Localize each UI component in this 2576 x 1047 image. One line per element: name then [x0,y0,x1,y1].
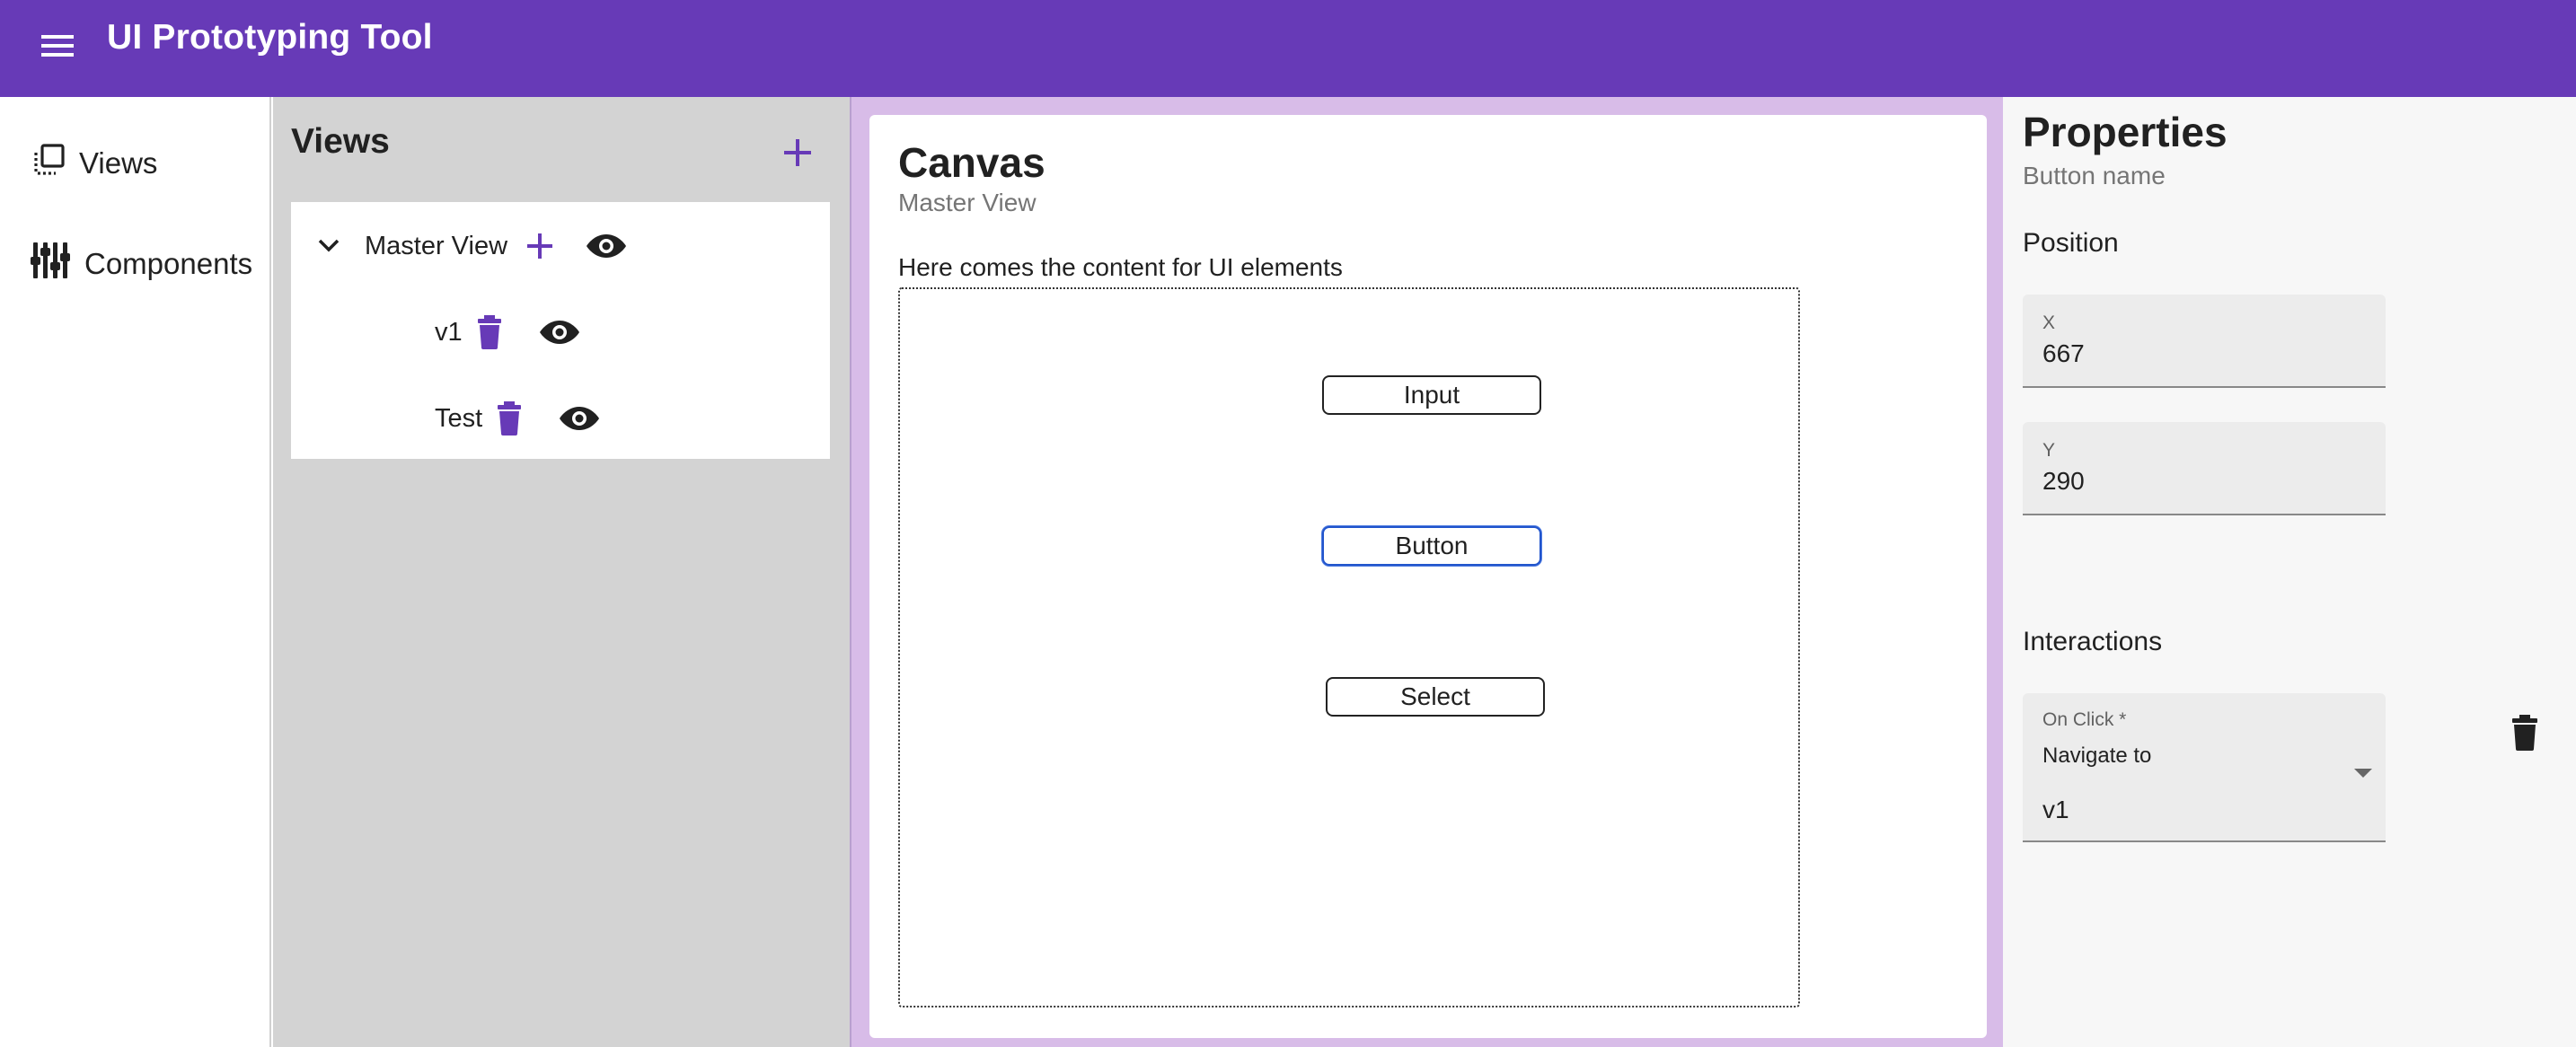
tree-item-master-view[interactable]: Master View [311,222,631,270]
canvas-title: Canvas [898,139,1045,186]
canvas-drawing-area[interactable]: Input Button Select [898,287,1800,1007]
views-icon [31,142,66,185]
position-heading: Position [2023,228,2119,258]
canvas-card: Canvas Master View Here comes the conten… [869,115,1987,1038]
tree-item-label: v1 [435,317,463,347]
trash-icon [477,315,501,349]
tree-item-test[interactable]: Test [435,394,604,443]
properties-title: Properties [2023,109,2228,155]
views-panel-title: Views [291,122,390,161]
y-field-label: Y [2042,440,2056,461]
trash-icon [2512,715,2537,751]
add-subview-button[interactable] [520,226,560,266]
views-tree: Master View v1 Test [291,202,830,459]
properties-subtitle: Button name [2023,162,2166,189]
x-field-value[interactable]: 667 [2042,339,2085,368]
menu-icon[interactable] [36,24,79,67]
plus-icon [781,136,814,173]
canvas-subtitle: Master View [898,189,1037,216]
nav-item-components[interactable]: Components [31,241,252,287]
tree-item-v1[interactable]: v1 [435,308,585,356]
on-click-select[interactable]: On Click * Navigate to v1 [2023,693,2386,842]
y-field[interactable]: Y 290 [2023,422,2386,515]
nav-item-label: Components [84,247,253,280]
trash-icon [498,401,522,436]
eye-icon[interactable] [554,399,604,438]
eye-icon[interactable] [581,226,631,266]
eye-icon[interactable] [534,312,585,352]
canvas-description: Here comes the content for UI elements [898,253,1343,281]
interactions-heading: Interactions [2023,627,2163,656]
on-click-target: v1 [2042,796,2069,823]
tree-item-label: Master View [365,231,508,260]
components-icon [31,241,72,287]
chevron-down-icon[interactable] [311,228,347,264]
on-click-action: Navigate to [2042,743,2152,768]
nav-item-views[interactable]: Views [31,142,157,185]
tree-item-label: Test [435,403,483,433]
app-title: UI Prototyping Tool [107,18,433,57]
delete-view-button[interactable] [491,399,527,438]
nav-item-label: Views [79,146,158,180]
add-view-button[interactable] [772,129,823,180]
left-nav: Views Components [0,97,271,1047]
on-click-label: On Click * [2042,709,2127,730]
x-field[interactable]: X 667 [2023,295,2386,388]
canvas-area: Canvas Master View Here comes the conten… [850,97,2003,1047]
properties-panel: Properties Button name Position X 667 Y … [2003,97,2576,1047]
canvas-element-button[interactable]: Button [1322,526,1541,566]
dropdown-arrow-icon[interactable] [2353,767,2373,783]
delete-interaction-button[interactable] [2511,715,2538,755]
x-field-label: X [2042,312,2056,333]
canvas-element-select[interactable]: Select [1326,677,1545,717]
y-field-value[interactable]: 290 [2042,467,2085,496]
delete-view-button[interactable] [472,312,507,352]
app-bar: UI Prototyping Tool [0,0,2576,97]
canvas-element-input[interactable]: Input [1322,375,1541,415]
views-panel: Views Master View v1 Test [273,97,850,1047]
